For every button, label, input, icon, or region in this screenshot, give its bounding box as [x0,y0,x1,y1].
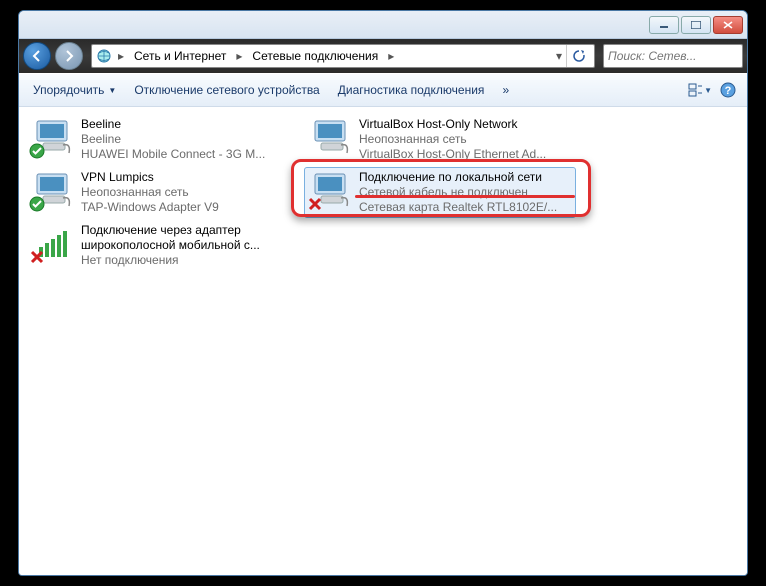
maximize-button[interactable] [681,16,711,34]
item-device: HUAWEI Mobile Connect - 3G M... [81,147,293,162]
item-name: Подключение по локальной сети [359,170,571,185]
breadcrumb-part[interactable]: Сеть и Интернет [130,49,230,63]
disable-device-button[interactable]: Отключение сетевого устройства [126,79,327,101]
x-badge-icon [307,196,323,212]
close-button[interactable] [713,16,743,34]
navigation-bar: ▸ Сеть и Интернет ▸ Сетевые подключения … [19,39,747,73]
column: Beeline Beeline HUAWEI Mobile Connect - … [27,115,297,270]
connection-item[interactable]: VirtualBox Host-Only Network Неопознанна… [305,115,575,164]
item-name: Подключение через адаптер широкополосной… [81,223,293,253]
item-status: Сетевой кабель не подключен [359,185,571,200]
breadcrumb-part[interactable]: Сетевые подключения [248,49,382,63]
x-badge-icon [29,249,45,265]
nic-icon [309,170,353,210]
back-button[interactable] [23,42,51,70]
item-status: Неопознанная сеть [359,132,571,147]
address-bar[interactable]: ▸ Сеть и Интернет ▸ Сетевые подключения … [91,44,595,68]
item-name: VPN Lumpics [81,170,293,185]
search-input[interactable] [608,49,748,63]
titlebar [19,11,747,39]
command-bar: Упорядочить▼ Отключение сетевого устройс… [19,73,747,107]
connection-item[interactable]: Beeline Beeline HUAWEI Mobile Connect - … [27,115,297,164]
item-name: Beeline [81,117,293,132]
search-box[interactable] [603,44,743,68]
network-center-icon [96,48,112,64]
signal-bars-icon [31,223,75,263]
breadcrumb-sep-icon[interactable]: ▸ [386,49,396,63]
item-device: Нет подключения [81,253,293,268]
organize-button[interactable]: Упорядочить▼ [25,79,124,101]
nic-icon [31,117,75,157]
address-dropdown-icon[interactable]: ▾ [556,49,562,63]
help-button[interactable]: ? [715,78,741,102]
item-device: Сетевая карта Realtek RTL8102E/... [359,200,571,215]
diagnose-button[interactable]: Диагностика подключения [330,79,493,101]
chevron-down-icon: ▼ [108,86,116,95]
check-badge-icon [29,143,45,159]
connection-item[interactable]: Подключение через адаптер широкополосной… [27,221,297,270]
column: VirtualBox Host-Only Network Неопознанна… [305,115,575,217]
more-commands-button[interactable]: » [494,79,517,101]
svg-text:?: ? [725,85,732,97]
connection-item[interactable]: Подключение по локальной сети Сетевой ка… [305,168,575,217]
item-device: TAP-Windows Adapter V9 [81,200,293,215]
content-area: Beeline Beeline HUAWEI Mobile Connect - … [19,107,747,575]
nic-icon [309,117,353,157]
explorer-window: ▸ Сеть и Интернет ▸ Сетевые подключения … [18,10,748,576]
forward-button[interactable] [55,42,83,70]
refresh-button[interactable] [566,45,590,67]
item-device: VirtualBox Host-Only Ethernet Ad... [359,147,571,162]
item-status: Beeline [81,132,293,147]
breadcrumb-sep-icon[interactable]: ▸ [234,49,244,63]
item-status: Неопознанная сеть [81,185,293,200]
breadcrumb-sep-icon[interactable]: ▸ [116,49,126,63]
connection-item[interactable]: VPN Lumpics Неопознанная сеть TAP-Window… [27,168,297,217]
nic-icon [31,170,75,210]
view-options-button[interactable]: ▼ [687,78,713,102]
check-badge-icon [29,196,45,212]
minimize-button[interactable] [649,16,679,34]
item-name: VirtualBox Host-Only Network [359,117,571,132]
